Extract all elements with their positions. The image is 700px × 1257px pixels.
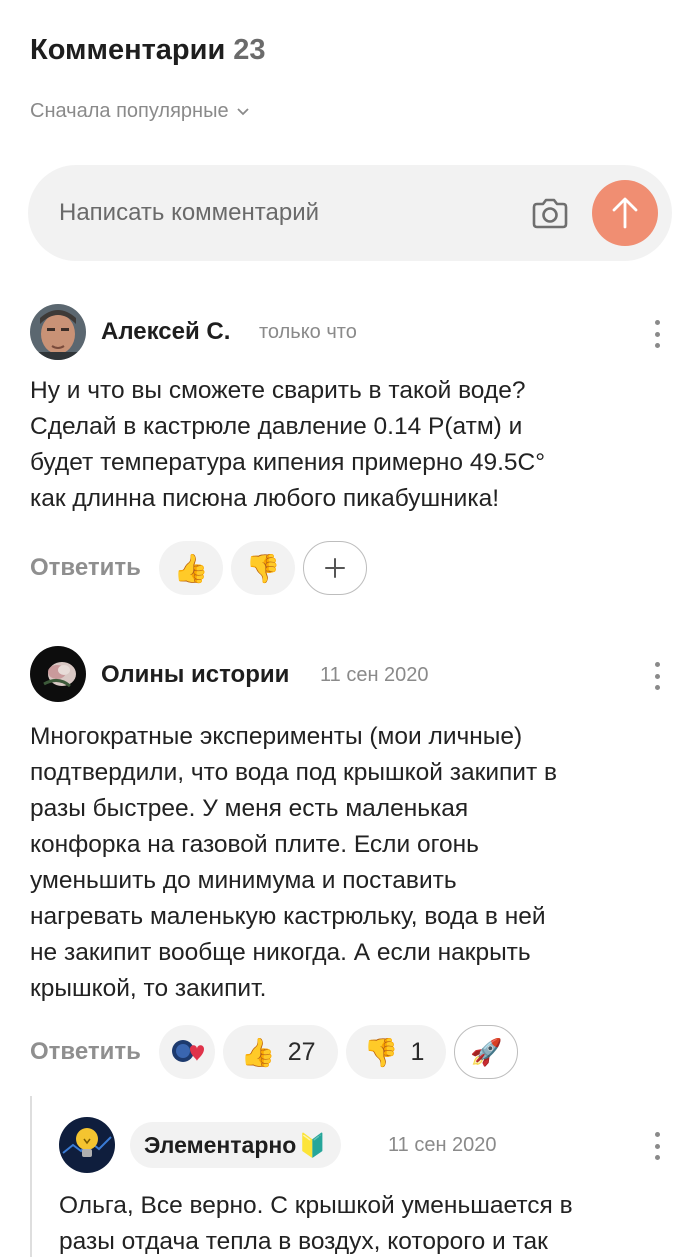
comment-text-line: крышкой, то закипит.	[30, 975, 267, 1002]
thumbs-up-icon: 👍	[173, 552, 209, 584]
reply-button[interactable]: Ответить	[30, 554, 141, 582]
comment-actions: Ответить 👍 👎	[30, 541, 375, 595]
arrow-up-icon	[612, 197, 638, 229]
add-reaction-button[interactable]	[302, 541, 367, 595]
comment-text-line: как длинна писюна любого пикабушника!	[30, 485, 500, 512]
beginner-badge-icon: 🔰	[298, 1131, 327, 1158]
avatar[interactable]	[30, 304, 86, 360]
thumbs-up-icon: 👍	[240, 1036, 276, 1068]
comment-text-line: Многократные эксперименты (мои личные)	[30, 723, 523, 750]
sort-dropdown[interactable]: Сначала популярные	[30, 100, 249, 123]
comment-text-line: разы отдача тепла в воздух, которого и т…	[59, 1228, 548, 1255]
comment-text: Многократные эксперименты (мои личные) п…	[30, 719, 557, 1007]
comment-time: только что	[259, 321, 357, 343]
comment-author[interactable]: Алексей С.	[101, 318, 230, 346]
camera-icon[interactable]	[530, 193, 570, 233]
dislike-count: 1	[410, 1037, 425, 1066]
comment-author-badge[interactable]: Элементарно 🔰	[130, 1122, 341, 1168]
more-options-icon[interactable]	[652, 320, 662, 348]
comment-text-line: конфорка на газовой плите. Если огонь	[30, 831, 479, 858]
comment-text-line: нагревать маленькую кастрюльку, вода в н…	[30, 903, 546, 930]
thumbs-down-icon: 👎	[363, 1036, 399, 1068]
comment-text-line: разы быстрее. У меня есть маленькая	[30, 795, 469, 822]
comment-text: Ну и что вы сможете сварить в такой воде…	[30, 373, 545, 517]
like-button[interactable]: 👍 27	[222, 1025, 338, 1079]
comment-text-line: будет температура кипения примерно 49.5С…	[30, 449, 546, 476]
comment-time: 11 сен 2020	[320, 664, 429, 686]
comments-title: Комментарии	[30, 34, 226, 66]
more-options-icon[interactable]	[652, 1132, 662, 1160]
comment-text-line: уменьшить до минимума и поставить	[30, 867, 457, 894]
comment-time: 11 сен 2020	[388, 1134, 497, 1156]
more-options-icon[interactable]	[652, 662, 662, 690]
comments-count: 23	[233, 34, 266, 66]
comment-text: Ольга, Все верно. С крышкой уменьшается …	[59, 1188, 573, 1257]
comment-author[interactable]: Олины истории	[101, 661, 289, 689]
award-heart-icon	[171, 1040, 204, 1062]
comment-author: Элементарно	[144, 1131, 297, 1158]
comment-composer[interactable]: Написать комментарий	[28, 165, 672, 261]
rocket-button[interactable]: 🚀	[454, 1025, 519, 1079]
comment-text-line: не закипит вообще никогда. А если накрыт…	[30, 939, 531, 966]
send-button[interactable]	[592, 180, 658, 246]
comment-text-line: Ольга, Все верно. С крышкой уменьшается …	[59, 1192, 573, 1219]
comment-actions: Ответить 👍 27 👎 1 🚀	[30, 1025, 526, 1079]
dislike-button[interactable]: 👎 1	[345, 1025, 447, 1079]
dislike-button[interactable]: 👎	[230, 541, 295, 595]
comment-text-line: подтвердили, что вода под крышкой закипи…	[30, 759, 558, 786]
avatar[interactable]	[30, 646, 86, 702]
comments-header: Комментарии 23	[30, 34, 266, 67]
thumbs-down-icon: 👎	[245, 552, 281, 584]
thread-line	[30, 1096, 32, 1257]
rocket-icon: 🚀	[470, 1036, 503, 1067]
comment-text-line: Сделай в кастрюле давление 0.14 Р(атм) и	[30, 413, 523, 440]
award-badge-button[interactable]	[158, 1025, 215, 1079]
comment-input[interactable]: Написать комментарий	[59, 199, 530, 227]
plus-icon	[324, 558, 345, 578]
avatar[interactable]	[59, 1117, 115, 1173]
reply-button[interactable]: Ответить	[30, 1038, 141, 1066]
sort-label: Сначала популярные	[30, 100, 229, 122]
like-count: 27	[287, 1037, 316, 1066]
chevron-down-icon	[236, 107, 249, 115]
comment-text-line: Ну и что вы сможете сварить в такой воде…	[30, 377, 526, 404]
like-button[interactable]: 👍	[158, 541, 223, 595]
